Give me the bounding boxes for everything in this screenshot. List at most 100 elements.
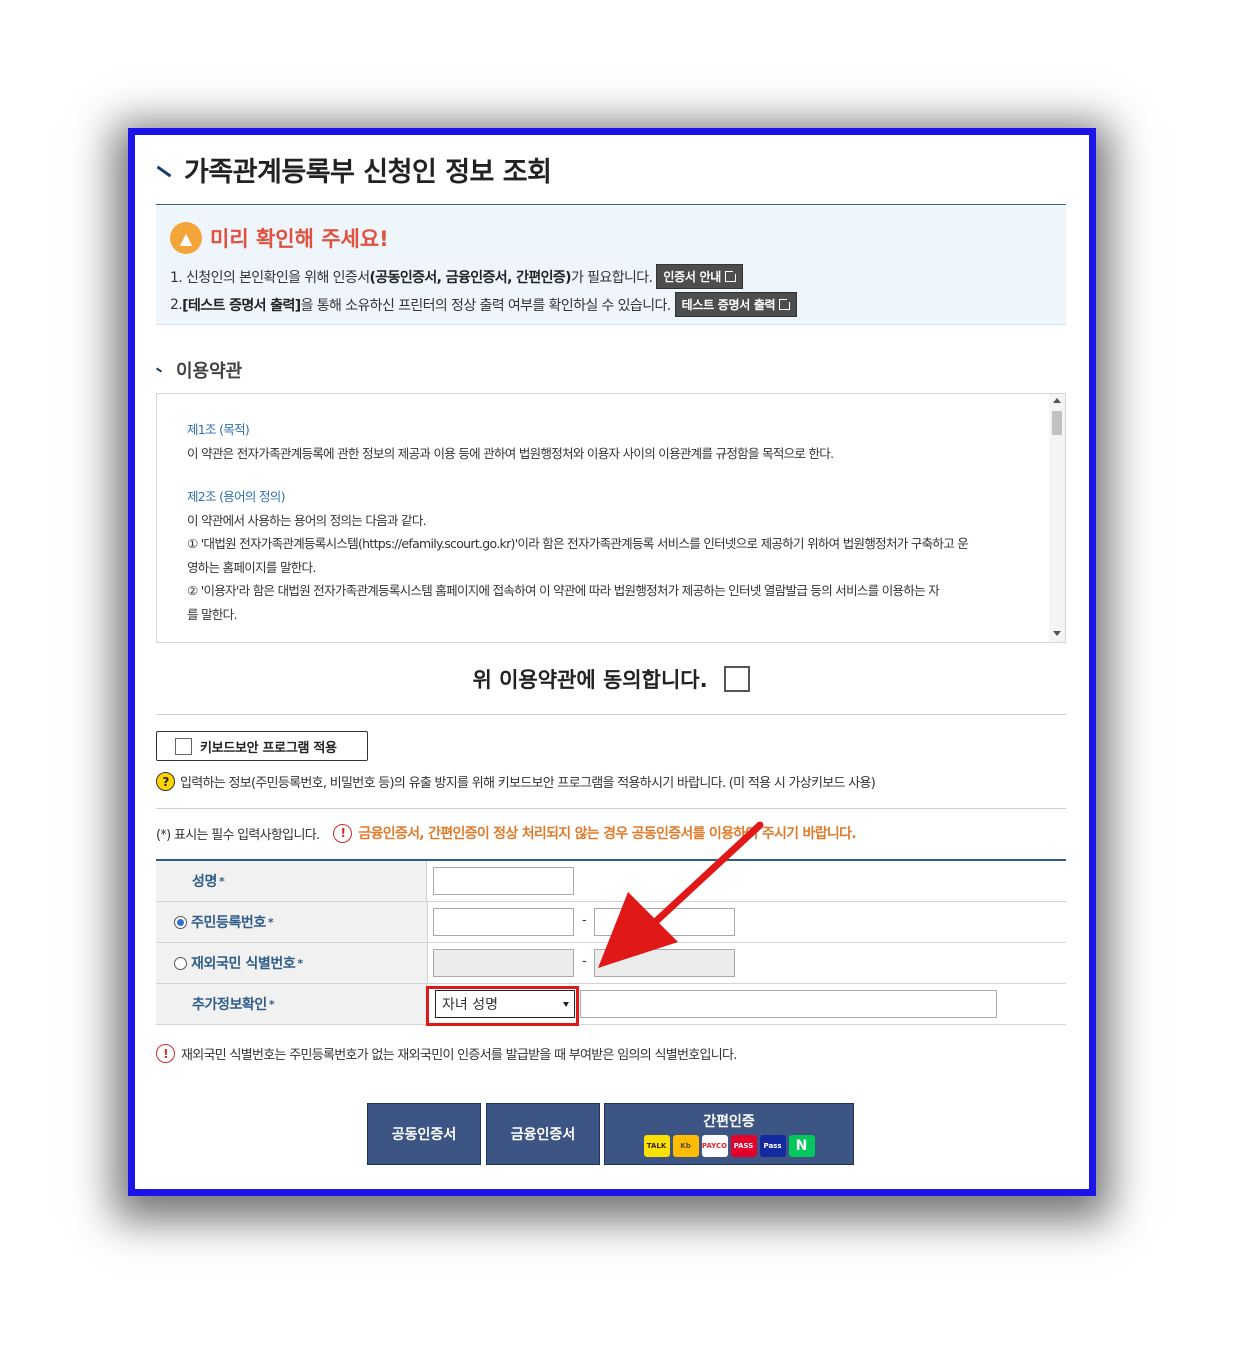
required-line: (*) 표시는 필수 입력사항입니다. ! 금융인증서, 간편인증이 정상 처리… xyxy=(156,823,857,843)
keyboard-security-button[interactable]: 키보드보안 프로그램 적용 xyxy=(156,731,368,761)
terms-content: 제1조 (목적) 이 약관은 전자가족관계등록에 관한 정보의 제공과 이용 등… xyxy=(187,418,1037,626)
form-row-rrn: 주민등록번호 * - xyxy=(156,902,1066,943)
rrn-front-input[interactable] xyxy=(433,908,574,936)
foreign-back-input xyxy=(594,949,735,977)
required-star: * xyxy=(267,915,274,929)
subtitle-mark-icon xyxy=(155,367,163,373)
divider xyxy=(156,808,1066,809)
foreign-id-note: ! 재외국민 식별번호는 주민등록번호가 없는 재외국민이 인증서를 발급받을 … xyxy=(156,1044,737,1063)
divider xyxy=(156,714,1066,715)
article-2-item-2b: 를 말한다. xyxy=(187,606,237,622)
payco-icon: PAYCO xyxy=(701,1135,728,1157)
cert-guide-button[interactable]: 인증서 안내 xyxy=(656,264,743,289)
agree-label: 위 이용약관에 동의합니다. xyxy=(472,668,708,692)
joint-cert-label: 공동인증서 xyxy=(391,1127,457,1143)
foreign-id-note-text: 재외국민 식별번호는 주민등록번호가 없는 재외국민이 인증서를 발급받을 때 … xyxy=(181,1048,737,1063)
exclamation-icon: ! xyxy=(156,1044,175,1063)
samsung-pass-icon: Pass xyxy=(759,1135,786,1157)
screenshot-frame: 가족관계등록부 신청인 정보 조회 ▲ 미리 확인해 주세요! 1. 신청인의 … xyxy=(128,128,1096,1196)
name-label-cell: 성명 * xyxy=(156,861,427,901)
cert-guide-button-label: 인증서 안내 xyxy=(663,270,721,284)
exclamation-icon: ! xyxy=(333,823,353,843)
required-star: * xyxy=(218,874,225,888)
page-title-text: 가족관계등록부 신청인 정보 조회 xyxy=(184,156,552,188)
foreign-dash: - xyxy=(582,954,587,969)
form-row-extra: 추가정보확인 * 자녀 성명 xyxy=(156,984,1066,1026)
rrn-label-cell: 주민등록번호 * xyxy=(156,902,428,942)
article-2-item-1a: ① '대법원 전자가족관계등록시스템(https://efamily.scour… xyxy=(187,536,969,551)
article-2-body: 이 약관에서 사용하는 용어의 정의는 다음과 같다. xyxy=(187,512,427,528)
keyboard-security-note-text: 입력하는 정보(주민등록번호, 비밀번호 등)의 유출 방지를 위해 키보드보안… xyxy=(180,776,876,791)
foreign-front-input xyxy=(433,949,574,977)
rrn-dash: - xyxy=(582,913,587,928)
rrn-label: 주민등록번호 xyxy=(191,915,266,931)
notice-line-2: 2. [테스트 증명서 출력] 을 통해 소유하신 프린터의 정상 출력 여부를… xyxy=(170,292,798,317)
terms-section-title: 이용약관 xyxy=(155,357,243,383)
rrn-back-input[interactable] xyxy=(594,908,735,936)
article-2-item-2a: ② '이용자'라 함은 대법원 전자가족관계등록시스템 홈페이지에 접속하여 이… xyxy=(187,583,940,598)
name-label: 성명 xyxy=(192,874,217,890)
article-gap xyxy=(187,465,1037,485)
test-print-button[interactable]: 테스트 증명서 출력 xyxy=(674,292,798,317)
extra-info-input[interactable] xyxy=(580,990,997,1018)
page-title: 가족관계등록부 신청인 정보 조회 xyxy=(156,149,552,189)
notice-line-2-suffix: 을 통해 소유하신 프린터의 정상 출력 여부를 확인하실 수 있습니다. xyxy=(300,297,672,314)
pass-icon: PASS xyxy=(730,1135,757,1157)
rrn-radio[interactable] xyxy=(174,915,187,929)
financial-cert-button[interactable]: 금융인증서 xyxy=(486,1103,600,1165)
keyboard-security-note: ? 입력하는 정보(주민등록번호, 비밀번호 등)의 유출 방지를 위해 키보드… xyxy=(156,772,876,791)
external-link-icon xyxy=(779,297,793,310)
required-star: * xyxy=(268,997,275,1011)
required-star: * xyxy=(297,956,303,970)
scroll-thumb[interactable] xyxy=(1052,411,1062,435)
joint-cert-button[interactable]: 공동인증서 xyxy=(367,1103,481,1165)
notice-line-2-bold: [테스트 증명서 출력] xyxy=(182,297,301,314)
agree-checkbox[interactable] xyxy=(723,666,750,692)
agree-row: 위 이용약관에 동의합니다. xyxy=(156,659,1066,699)
kb-icon: Kb xyxy=(672,1135,699,1157)
scroll-down-icon[interactable] xyxy=(1053,631,1061,636)
foreign-label: 재외국민 식별번호 xyxy=(191,956,296,972)
notice-line-1: 1. 신청인의 본인확인을 위해 인증서 (공동인증서, 금융인증서, 간편인증… xyxy=(170,264,743,289)
keyboard-security-checkbox[interactable] xyxy=(175,737,192,755)
notice-line-1-suffix: 가 필요합니다. xyxy=(571,269,653,286)
notice-line-1-bold: (공동인증서, 금융인증서, 간편인증) xyxy=(369,269,571,286)
title-divider xyxy=(156,204,1066,205)
applicant-form: 성명 * 주민등록번호 * - 재외국민 식별번호 * - 추가정보확인 * 자… xyxy=(156,859,1066,1026)
name-input[interactable] xyxy=(433,867,574,895)
simple-auth-button[interactable]: 간편인증 TALK Kb PAYCO PASS Pass N xyxy=(604,1103,854,1165)
naver-icon: N xyxy=(788,1135,815,1157)
form-row-name: 성명 * xyxy=(156,861,1066,902)
notice-box: ▲ 미리 확인해 주세요! 1. 신청인의 본인확인을 위해 인증서 (공동인증… xyxy=(156,206,1066,325)
financial-cert-label: 금융인증서 xyxy=(510,1127,576,1143)
terms-title: 이용약관 xyxy=(176,361,243,382)
test-print-button-label: 테스트 증명서 출력 xyxy=(681,298,776,312)
question-icon: ? xyxy=(156,772,175,791)
terms-scrollbar[interactable] xyxy=(1049,394,1065,642)
highlight-box xyxy=(426,986,579,1026)
article-2-title: 제2조 (용어의 정의) xyxy=(187,489,285,504)
megaphone-icon: ▲ xyxy=(170,222,202,254)
article-1-title: 제1조 (목적) xyxy=(187,422,250,437)
form-row-foreign: 재외국민 식별번호 * - xyxy=(156,943,1066,984)
notice-line-1-prefix: 1. 신청인의 본인확인을 위해 인증서 xyxy=(170,269,370,286)
notice-line-2-prefix: 2. xyxy=(170,296,183,313)
extra-label-cell: 추가정보확인 * xyxy=(156,984,427,1024)
simple-auth-label: 간편인증 xyxy=(703,1114,755,1130)
foreign-radio[interactable] xyxy=(174,956,187,970)
foreign-label-cell: 재외국민 식별번호 * xyxy=(156,943,428,983)
scroll-up-icon[interactable] xyxy=(1053,398,1061,403)
external-link-icon xyxy=(724,269,738,282)
article-2-item-1b: 영하는 홈페이지를 말한다. xyxy=(187,559,316,575)
kakao-talk-icon: TALK xyxy=(643,1135,670,1157)
article-1-body: 이 약관은 전자가족관계등록에 관한 정보의 제공과 이용 등에 관하여 법원행… xyxy=(187,445,834,461)
notice-header: ▲ 미리 확인해 주세요! xyxy=(170,222,389,254)
terms-scroll-box[interactable]: 제1조 (목적) 이 약관은 전자가족관계등록에 관한 정보의 제공과 이용 등… xyxy=(156,393,1066,643)
title-mark-icon xyxy=(156,165,172,177)
keyboard-security-label: 키보드보안 프로그램 적용 xyxy=(200,740,337,756)
notice-title: 미리 확인해 주세요! xyxy=(210,227,389,251)
simple-auth-logos: TALK Kb PAYCO PASS Pass N xyxy=(643,1135,815,1157)
extra-label: 추가정보확인 xyxy=(192,997,267,1013)
required-note: (*) 표시는 필수 입력사항입니다. xyxy=(156,827,320,843)
cert-warning: 금융인증서, 간편인증이 정상 처리되지 않는 경우 공동인증서를 이용하여 주… xyxy=(358,826,856,842)
